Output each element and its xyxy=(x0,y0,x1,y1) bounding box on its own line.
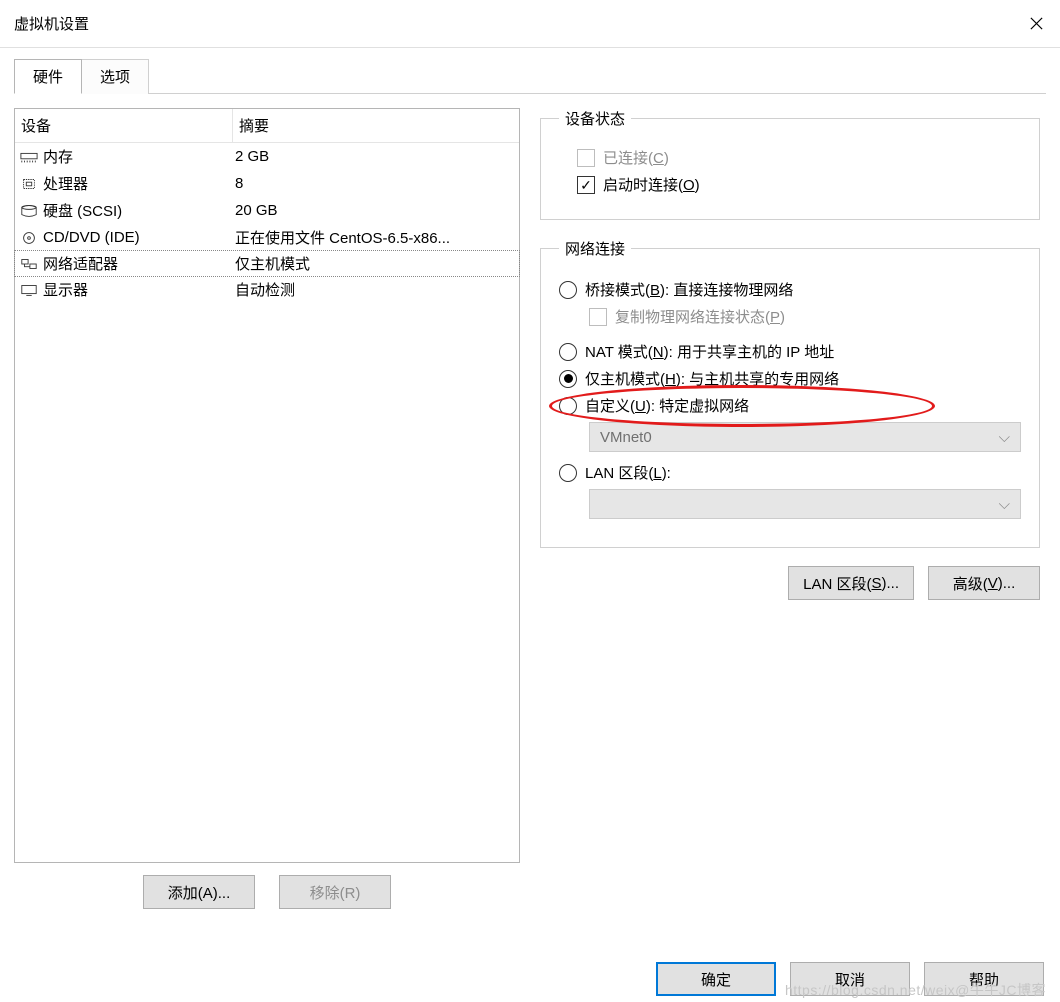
device-summary: 2 GB xyxy=(233,148,519,165)
device-name: 显示器 xyxy=(43,279,88,300)
col-device-header: 设备 xyxy=(15,109,233,142)
replicate-checkbox xyxy=(589,308,607,326)
tabs: 硬件 选项 xyxy=(14,58,1060,93)
lan-segment-radio[interactable] xyxy=(559,464,577,482)
tab-options[interactable]: 选项 xyxy=(81,59,149,94)
device-row[interactable]: 网络适配器 仅主机模式 xyxy=(14,250,520,277)
memory-icon xyxy=(19,148,39,166)
device-summary: 20 GB xyxy=(233,202,519,219)
lan-segments-button[interactable]: LAN 区段(S)... xyxy=(788,566,914,600)
device-summary: 正在使用文件 CentOS-6.5-x86... xyxy=(233,227,519,248)
network-icon xyxy=(19,255,39,273)
remove-button[interactable]: 移除(R) xyxy=(279,875,391,909)
device-name: CD/DVD (IDE) xyxy=(43,229,140,246)
disk-icon xyxy=(19,202,39,220)
hostonly-radio[interactable] xyxy=(559,370,577,388)
device-name: 处理器 xyxy=(43,173,88,194)
cd-icon xyxy=(19,229,39,247)
chevron-down-icon: ⌵ xyxy=(999,429,1010,446)
device-list: 设备 摘要 内存 2 GB 处理器 8 硬盘 (SCSI) 20 GB CD/DVD (ID… xyxy=(14,108,520,863)
device-name: 内存 xyxy=(43,146,73,167)
lan-segment-label: LAN 区段(L): xyxy=(585,462,671,483)
nat-radio[interactable] xyxy=(559,343,577,361)
titlebar: 虚拟机设置 xyxy=(0,0,1060,48)
custom-radio[interactable] xyxy=(559,397,577,415)
connect-at-poweron-label: 启动时连接(O) xyxy=(603,174,700,195)
nat-label: NAT 模式(N): 用于共享主机的 IP 地址 xyxy=(585,341,834,362)
connected-label: 已连接(C) xyxy=(603,147,669,168)
device-summary: 自动检测 xyxy=(233,279,519,300)
lan-segment-combo: ⌵ xyxy=(589,489,1021,519)
close-icon[interactable] xyxy=(1022,10,1050,38)
ok-button[interactable]: 确定 xyxy=(656,962,776,996)
network-connection-legend: 网络连接 xyxy=(559,238,631,259)
network-connection-group: 网络连接 桥接模式(B): 直接连接物理网络 复制物理网络连接状态(P) NAT… xyxy=(540,238,1040,548)
custom-network-combo: VMnet0 ⌵ xyxy=(589,422,1021,452)
device-name: 网络适配器 xyxy=(43,253,118,274)
bridged-label: 桥接模式(B): 直接连接物理网络 xyxy=(585,279,793,300)
advanced-button[interactable]: 高级(V)... xyxy=(928,566,1040,600)
col-summary-header: 摘要 xyxy=(233,109,519,142)
watermark-text: https://blog.csdn.net/weix@牛牛JC博客 xyxy=(785,980,1046,1000)
device-row[interactable]: 内存 2 GB xyxy=(15,143,519,170)
connect-at-poweron-checkbox[interactable] xyxy=(577,176,595,194)
device-status-legend: 设备状态 xyxy=(559,108,631,129)
device-row[interactable]: 硬盘 (SCSI) 20 GB xyxy=(15,197,519,224)
window-title: 虚拟机设置 xyxy=(14,13,89,34)
device-row[interactable]: 显示器 自动检测 xyxy=(15,276,519,303)
device-list-header: 设备 摘要 xyxy=(15,109,519,143)
connected-checkbox xyxy=(577,149,595,167)
device-row[interactable]: 处理器 8 xyxy=(15,170,519,197)
device-row[interactable]: CD/DVD (IDE) 正在使用文件 CentOS-6.5-x86... xyxy=(15,224,519,251)
custom-label: 自定义(U): 特定虚拟网络 xyxy=(585,395,749,416)
replicate-label: 复制物理网络连接状态(P) xyxy=(615,306,785,327)
hostonly-label: 仅主机模式(H): 与主机共享的专用网络 xyxy=(585,368,839,389)
device-status-group: 设备状态 已连接(C) 启动时连接(O) xyxy=(540,108,1040,220)
add-button[interactable]: 添加(A)... xyxy=(143,875,255,909)
device-summary: 8 xyxy=(233,175,519,192)
bridged-radio[interactable] xyxy=(559,281,577,299)
tab-hardware[interactable]: 硬件 xyxy=(14,59,82,94)
display-icon xyxy=(19,281,39,299)
cpu-icon xyxy=(19,175,39,193)
custom-network-value: VMnet0 xyxy=(600,429,652,446)
device-summary: 仅主机模式 xyxy=(233,253,519,274)
device-name: 硬盘 (SCSI) xyxy=(43,200,122,221)
chevron-down-icon: ⌵ xyxy=(999,496,1010,513)
